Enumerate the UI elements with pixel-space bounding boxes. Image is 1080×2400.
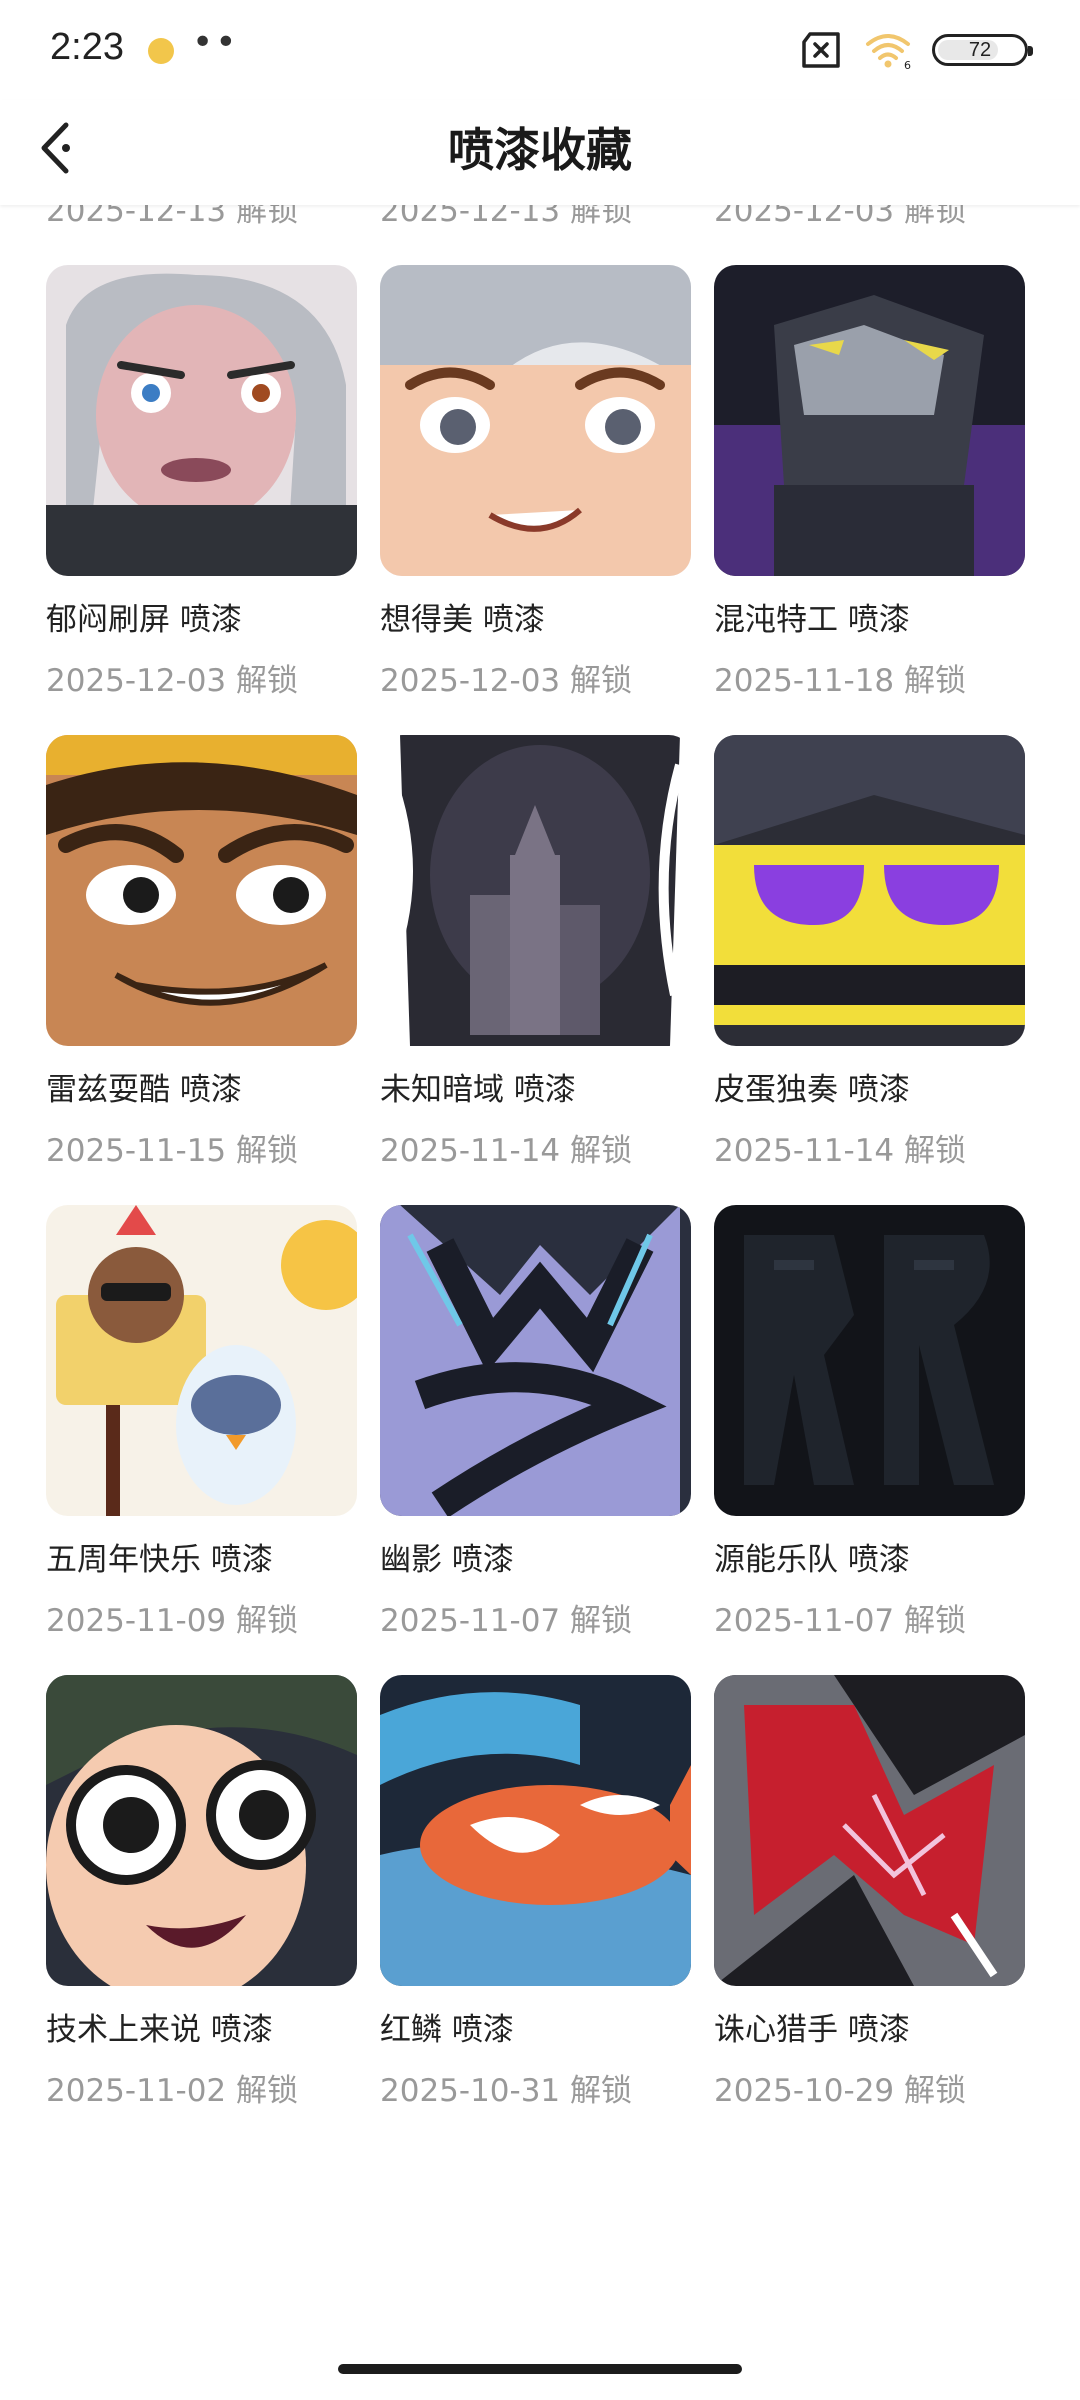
spray-card[interactable]: 郁闷刷屏 喷漆 2025-12-03 解锁 bbox=[46, 265, 357, 735]
status-bar: 2:23 •• 6 72 bbox=[0, 0, 1080, 100]
spray-thumbnail[interactable] bbox=[380, 1205, 691, 1516]
spray-image bbox=[714, 735, 1025, 1046]
spray-title: 雷兹耍酷 喷漆 bbox=[46, 1072, 242, 1108]
spray-card[interactable]: 幽影 喷漆 2025-11-07 解锁 bbox=[380, 1205, 691, 1675]
spray-title: 未知暗域 喷漆 bbox=[380, 1072, 576, 1108]
spray-title: 郁闷刷屏 喷漆 bbox=[46, 602, 242, 638]
spray-thumbnail[interactable] bbox=[714, 1205, 1025, 1516]
spray-image bbox=[380, 265, 691, 576]
spray-grid-viewport[interactable]: 身负重任 喷漆2025-12-13 解锁 高歌一曲 喷漆2025-12-13 解… bbox=[0, 205, 1080, 2400]
spray-thumbnail[interactable] bbox=[714, 265, 1025, 576]
spray-card[interactable]: 技术上来说 喷漆 2025-11-02 解锁 bbox=[46, 1675, 357, 2145]
spray-title: 源能乐队 喷漆 bbox=[714, 1542, 910, 1578]
spray-card[interactable]: 五周年快乐 喷漆 2025-11-09 解锁 bbox=[46, 1205, 357, 1675]
spray-title: 红鳞 喷漆 bbox=[380, 2012, 514, 2048]
spray-image bbox=[380, 735, 691, 1046]
spray-card[interactable]: 红鳞 喷漆 2025-10-31 解锁 bbox=[380, 1675, 691, 2145]
spray-card[interactable]: 皮蛋独奏 喷漆 2025-11-14 解锁 bbox=[714, 735, 1025, 1205]
spray-card[interactable]: 雷兹耍酷 喷漆 2025-11-15 解锁 bbox=[46, 735, 357, 1205]
notification-icon bbox=[148, 38, 174, 64]
spray-thumbnail[interactable] bbox=[46, 735, 357, 1046]
spray-image bbox=[714, 1675, 1025, 1986]
unlock-date: 2025-12-03 解锁 bbox=[714, 205, 967, 229]
svg-text:6: 6 bbox=[904, 59, 911, 70]
unlock-date: 2025-11-14 解锁 bbox=[714, 1133, 967, 1169]
spray-card[interactable]: 诛心猎手 喷漆 2025-10-29 解锁 bbox=[714, 1675, 1025, 2145]
spray-thumbnail[interactable] bbox=[46, 265, 357, 576]
unlock-date: 2025-10-29 解锁 bbox=[714, 2073, 967, 2109]
spray-thumbnail[interactable] bbox=[46, 1205, 357, 1516]
unlock-date: 2025-12-13 解锁 bbox=[380, 205, 633, 229]
status-icons: 6 72 bbox=[798, 30, 1033, 70]
spray-title: 想得美 喷漆 bbox=[380, 602, 545, 638]
spray-card[interactable]: 混沌特工 喷漆 2025-11-18 解锁 bbox=[714, 265, 1025, 735]
spray-image bbox=[714, 1205, 1025, 1516]
spray-card[interactable]: 高歌一曲 喷漆2025-12-13 解锁 bbox=[380, 205, 691, 265]
more-notifications-indicator: •• bbox=[192, 22, 239, 63]
wifi-icon: 6 bbox=[866, 34, 911, 70]
spray-image bbox=[380, 1205, 691, 1516]
spray-image bbox=[714, 265, 1025, 576]
spray-card[interactable]: 源能乐队 喷漆 2025-11-07 解锁 bbox=[714, 1205, 1025, 1675]
spray-image bbox=[46, 1205, 357, 1516]
spray-title: 技术上来说 喷漆 bbox=[46, 2012, 273, 2048]
header: 喷漆收藏 bbox=[0, 100, 1080, 205]
spray-thumbnail[interactable] bbox=[46, 1675, 357, 1986]
spray-title: 皮蛋独奏 喷漆 bbox=[714, 1072, 910, 1108]
status-time: 2:23 bbox=[50, 26, 124, 68]
spray-image bbox=[46, 735, 357, 1046]
unlock-date: 2025-12-13 解锁 bbox=[46, 205, 299, 229]
unlock-date: 2025-11-15 解锁 bbox=[46, 1133, 299, 1169]
spray-image bbox=[46, 265, 357, 576]
unlock-date: 2025-11-09 解锁 bbox=[46, 1603, 299, 1639]
spray-image bbox=[380, 1675, 691, 1986]
spray-card[interactable]: 00 扭蛋机 喷漆2025-12-03 解锁 bbox=[714, 205, 1025, 265]
spray-thumbnail[interactable] bbox=[714, 1675, 1025, 1986]
unlock-date: 2025-11-07 解锁 bbox=[380, 1603, 633, 1639]
unlock-date: 2025-12-03 解锁 bbox=[46, 663, 299, 699]
spray-title: 诛心猎手 喷漆 bbox=[714, 2012, 910, 2048]
spray-title: 五周年快乐 喷漆 bbox=[46, 1542, 273, 1578]
unlock-date: 2025-11-14 解锁 bbox=[380, 1133, 633, 1169]
spray-image bbox=[46, 1675, 357, 1986]
unlock-date: 2025-11-07 解锁 bbox=[714, 1603, 967, 1639]
page-title: 喷漆收藏 bbox=[448, 123, 632, 177]
unlock-date: 2025-11-02 解锁 bbox=[46, 2073, 299, 2109]
spray-thumbnail[interactable] bbox=[714, 735, 1025, 1046]
spray-grid: 身负重任 喷漆2025-12-13 解锁 高歌一曲 喷漆2025-12-13 解… bbox=[46, 205, 1046, 2145]
spray-card[interactable]: 想得美 喷漆 2025-12-03 解锁 bbox=[380, 265, 691, 735]
spray-card[interactable]: 身负重任 喷漆2025-12-13 解锁 bbox=[46, 205, 357, 265]
spray-thumbnail[interactable] bbox=[380, 735, 691, 1046]
spray-card[interactable]: 未知暗域 喷漆 2025-11-14 解锁 bbox=[380, 735, 691, 1205]
unlock-date: 2025-11-18 解锁 bbox=[714, 663, 967, 699]
unlock-date: 2025-12-03 解锁 bbox=[380, 663, 633, 699]
spray-thumbnail[interactable] bbox=[380, 1675, 691, 1986]
spray-thumbnail[interactable] bbox=[380, 265, 691, 576]
spray-title: 幽影 喷漆 bbox=[380, 1542, 514, 1578]
spray-title: 混沌特工 喷漆 bbox=[714, 602, 910, 638]
home-indicator[interactable] bbox=[338, 2364, 742, 2374]
no-sim-icon bbox=[802, 32, 840, 68]
battery-icon: 72 bbox=[932, 34, 1033, 66]
battery-percent: 72 bbox=[968, 38, 992, 61]
unlock-date: 2025-10-31 解锁 bbox=[380, 2073, 633, 2109]
